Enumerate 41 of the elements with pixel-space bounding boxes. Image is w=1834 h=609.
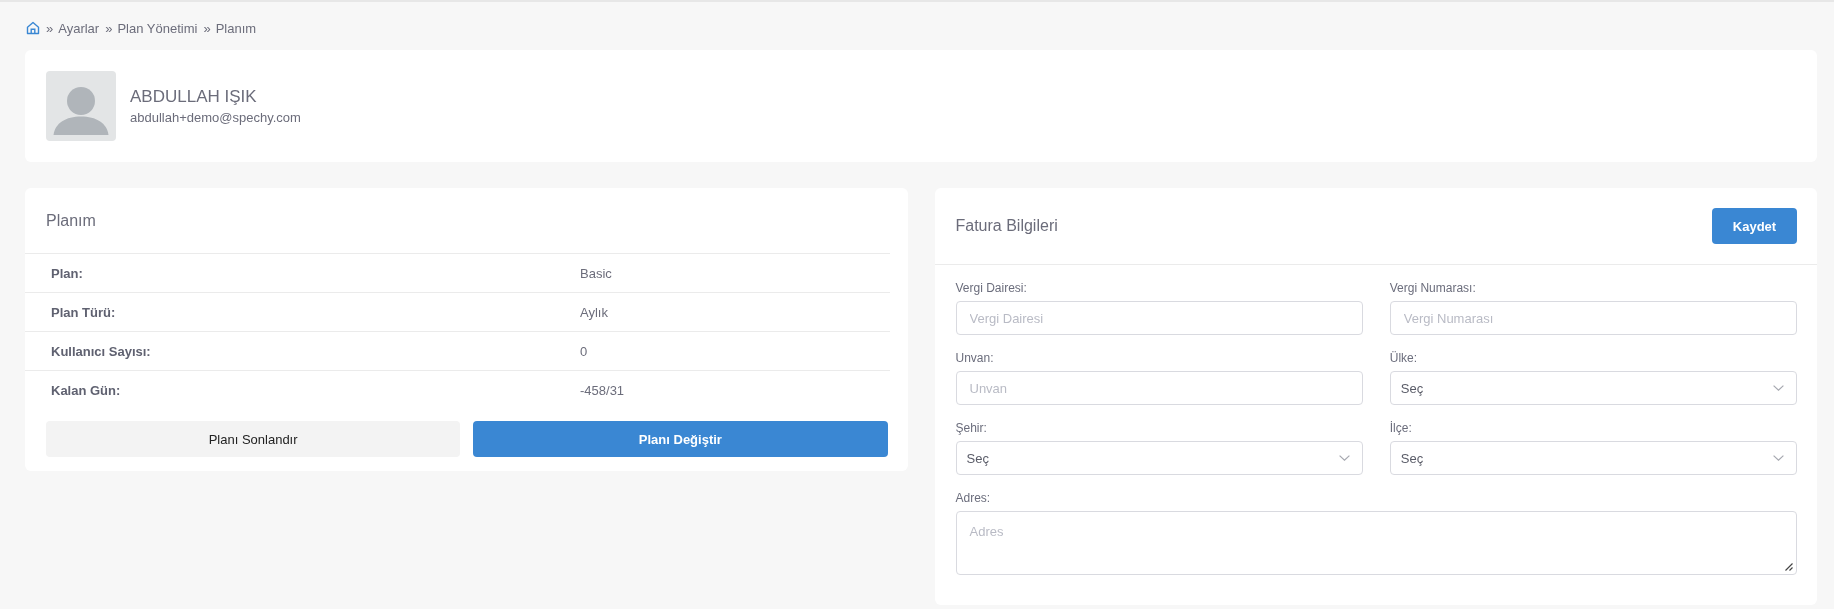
text-input-field[interactable]: Unvan — [955, 371, 1363, 405]
chevron-down-icon — [1773, 385, 1784, 391]
card-title: Fatura Bilgileri — [955, 217, 1058, 235]
field-label: Adres: — [955, 490, 992, 506]
dropdown-field[interactable]: Seç — [955, 441, 1363, 475]
breadcrumb-current: Planım — [215, 20, 257, 36]
change-plan-button[interactable]: Planı Değiştir — [473, 421, 888, 457]
dropdown-field[interactable]: Seç — [1389, 441, 1797, 475]
text-input-field[interactable]: Vergi Dairesi — [955, 301, 1363, 335]
chevron-down-icon — [1338, 455, 1350, 461]
plan-row-label: Kalan Gün: — [50, 382, 122, 398]
breadcrumb-separator: » — [105, 20, 113, 36]
plan-row-value: Aylık — [580, 304, 609, 320]
chevron-down-icon — [1773, 455, 1784, 461]
plan-row-value: 0 — [580, 343, 589, 359]
avatar-silhouette-icon — [46, 71, 116, 141]
end-plan-button[interactable]: Planı Sonlandır — [46, 421, 461, 457]
field-label: Vergi Dairesi: — [955, 280, 1028, 296]
field-label: Unvan: — [955, 350, 995, 366]
plan-row-value: Basic — [580, 265, 613, 281]
home-icon[interactable] — [26, 21, 40, 35]
field-label: Ülke: — [1389, 350, 1419, 366]
plan-row-label: Plan: — [50, 265, 84, 281]
resize-handle-icon[interactable] — [1785, 563, 1793, 571]
breadcrumb-separator: » — [46, 20, 54, 36]
plan-row-value: -458/31 — [580, 382, 626, 398]
card-title: Planım — [46, 211, 96, 230]
breadcrumb-separator: » — [203, 20, 211, 36]
breadcrumb-link[interactable]: Plan Yönetimi — [117, 20, 198, 36]
plan-row-label: Kullanıcı Sayısı: — [50, 343, 152, 359]
save-button[interactable]: Kaydet — [1712, 208, 1797, 244]
address-textarea[interactable]: Adres — [955, 511, 1797, 575]
field-label: Vergi Numarası: — [1389, 280, 1477, 296]
field-label: Şehir: — [955, 420, 988, 436]
user-name: ABDULLAH IŞIK — [130, 86, 258, 107]
text-input-field[interactable]: Vergi Numarası — [1389, 301, 1797, 335]
plan-row-label: Plan Türü: — [50, 304, 117, 320]
user-email: abdullah+demo@spechy.com — [130, 108, 301, 126]
field-label: İlçe: — [1389, 420, 1413, 436]
breadcrumb-link[interactable]: Ayarlar — [58, 20, 100, 36]
dropdown-field[interactable]: Seç — [1389, 371, 1797, 405]
